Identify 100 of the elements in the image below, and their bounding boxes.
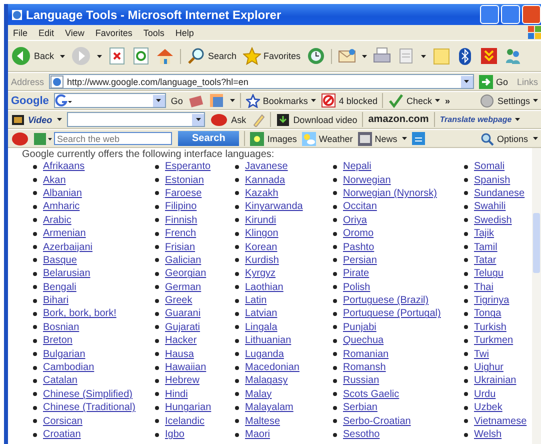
language-link[interactable]: Kirundi (245, 214, 276, 226)
language-link[interactable]: Croatian (43, 429, 81, 440)
caret-icon[interactable] (402, 137, 408, 140)
ask-button[interactable]: Ask (210, 112, 246, 126)
dropdown-arrow-icon[interactable] (464, 80, 470, 83)
caret-icon[interactable] (230, 99, 235, 102)
spell-check-button[interactable]: Check (388, 93, 440, 108)
language-link[interactable]: Finnish (165, 214, 198, 226)
scrollbar[interactable] (532, 148, 541, 444)
language-link[interactable]: Belarusian (43, 268, 90, 280)
language-link[interactable]: Pashto (343, 242, 374, 253)
language-link[interactable]: Luganda (245, 348, 284, 360)
language-link[interactable]: Hungarian (165, 402, 212, 414)
language-link[interactable]: Kazakh (245, 188, 278, 199)
language-link[interactable]: Laothian (245, 282, 284, 293)
star-icon[interactable] (242, 47, 261, 65)
language-link[interactable]: Twi (474, 348, 489, 360)
language-link[interactable]: Armenian (43, 228, 86, 240)
menu-item[interactable]: Edit (38, 28, 54, 38)
search-button[interactable]: Search (187, 47, 237, 65)
weather-button[interactable]: Weather (302, 132, 353, 146)
language-link[interactable]: Tamil (474, 242, 498, 253)
video-button[interactable]: Video (11, 112, 52, 126)
language-link[interactable]: Kyrgyz (245, 268, 276, 280)
language-link[interactable]: Sundanese (474, 188, 525, 199)
language-link[interactable]: Frisian (165, 242, 196, 253)
film-icon[interactable] (11, 112, 25, 126)
download-icon[interactable] (276, 112, 290, 126)
history-icon[interactable] (306, 47, 325, 65)
language-link[interactable]: Guarani (165, 308, 201, 320)
language-link[interactable]: Latvian (245, 308, 278, 320)
language-link[interactable]: Georgian (165, 268, 206, 280)
language-link[interactable]: Hebrew (165, 375, 200, 386)
language-link[interactable]: Uighur (474, 362, 504, 374)
magnifier-icon[interactable] (480, 132, 494, 146)
language-link[interactable]: Hindi (165, 388, 188, 400)
language-link[interactable]: Serbo-Croatian (343, 416, 411, 427)
language-link[interactable]: Faroese (165, 188, 202, 199)
caret-icon[interactable] (60, 54, 66, 58)
mail-icon[interactable] (338, 47, 356, 65)
language-link[interactable]: Kurdish (245, 254, 279, 266)
translate-button[interactable]: Translate webpage (440, 115, 520, 124)
caret-icon[interactable] (362, 54, 367, 58)
more-button[interactable]: » (444, 96, 450, 106)
language-link[interactable]: Punjabi (343, 322, 376, 333)
language-link[interactable]: Malayalam (245, 402, 294, 414)
language-link[interactable]: Turkmen (474, 335, 514, 346)
language-link[interactable]: Thai (474, 282, 494, 293)
search-icon[interactable] (187, 47, 206, 65)
language-link[interactable]: Arabic (43, 214, 72, 226)
language-link[interactable]: Tatar (474, 254, 496, 266)
language-link[interactable]: Quechua (343, 335, 384, 346)
stop-icon[interactable] (108, 47, 126, 65)
dropdown-arrow-icon[interactable] (156, 99, 162, 102)
language-link[interactable]: Esperanto (165, 161, 211, 172)
language-link[interactable]: Estonian (165, 174, 204, 186)
ask-logo-icon[interactable] (210, 112, 228, 126)
language-link[interactable]: Kannada (245, 174, 286, 186)
language-link[interactable]: Turkish (474, 322, 506, 333)
language-link[interactable]: Maori (245, 429, 270, 440)
go-button[interactable]: Go (478, 74, 508, 88)
language-link[interactable]: Chinese (Simplified) (43, 388, 132, 400)
go-arrow-icon[interactable] (478, 74, 493, 88)
minimize-button[interactable] (480, 5, 499, 24)
language-link[interactable]: Portuguese (Portugal) (343, 308, 441, 320)
pencil-icon[interactable] (251, 112, 266, 126)
language-link[interactable]: Tonga (474, 308, 502, 320)
newspaper-icon[interactable] (358, 132, 372, 146)
language-link[interactable]: Norwegian (Nynorsk) (343, 188, 437, 199)
messenger-people-icon[interactable] (504, 47, 522, 65)
google-search-field[interactable] (54, 93, 166, 108)
language-link[interactable]: Swahili (474, 201, 506, 212)
language-link[interactable]: Catalan (43, 375, 78, 386)
language-link[interactable]: Chinese (Traditional) (43, 402, 136, 414)
video-search-field[interactable] (67, 112, 206, 127)
blocked-icon[interactable] (320, 93, 336, 108)
language-link[interactable]: Bosnian (43, 322, 80, 333)
ask-logo-icon[interactable] (11, 130, 29, 146)
language-link[interactable]: Tajik (474, 228, 494, 240)
language-link[interactable]: Hacker (165, 335, 197, 346)
language-link[interactable]: Lithuanian (245, 335, 292, 346)
amazon-logo[interactable]: amazon.com (368, 114, 429, 125)
language-link[interactable]: Ukrainian (474, 375, 516, 386)
picture-icon[interactable] (250, 132, 264, 146)
language-link[interactable]: Sesotho (343, 429, 380, 440)
caret-icon[interactable] (57, 118, 62, 121)
pages-icon[interactable] (208, 92, 225, 108)
language-link[interactable]: Norwegian (343, 174, 391, 186)
language-link[interactable]: Bulgarian (43, 348, 86, 360)
caret-icon[interactable] (310, 99, 316, 102)
language-link[interactable]: Amharic (43, 201, 80, 212)
language-link[interactable]: Portuguese (Brazil) (343, 295, 429, 306)
caret-icon[interactable] (420, 54, 426, 58)
language-link[interactable]: Basque (43, 254, 77, 266)
printer-icon[interactable] (372, 47, 391, 65)
language-link[interactable]: Lingala (245, 322, 278, 333)
home-icon[interactable] (156, 47, 174, 65)
refresh-icon[interactable] (132, 47, 150, 65)
language-link[interactable]: Urdu (474, 388, 496, 400)
language-link[interactable]: Romanian (343, 348, 389, 360)
